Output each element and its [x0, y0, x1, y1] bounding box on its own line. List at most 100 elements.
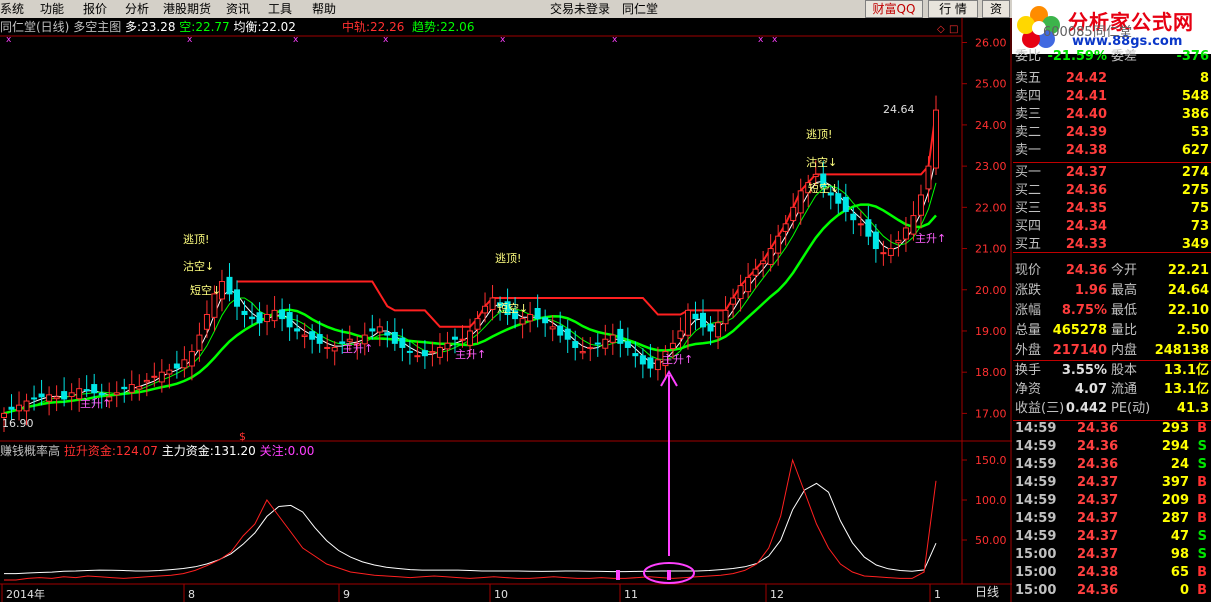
low-label: 16.90 [2, 417, 34, 430]
quote-button[interactable]: 行 情 [928, 0, 978, 18]
candle-body [587, 346, 594, 349]
candle-body [760, 260, 767, 265]
tick-row: 15:00 24.38 65 B [1013, 564, 1211, 582]
candle-body [647, 357, 654, 369]
menu-item-function[interactable]: 功能 [40, 2, 64, 16]
menu-stock-name: 同仁堂 [622, 2, 659, 16]
row-value-2: 24.64 [1167, 283, 1209, 298]
row-label: 卖二 [1015, 125, 1042, 140]
row-label-2: 最低 [1111, 303, 1138, 318]
tick-direction: B [1197, 511, 1207, 526]
resistance-line [237, 109, 937, 328]
escape-label-1: 逃顶! [183, 233, 209, 246]
candle-body [790, 206, 797, 221]
trade-status: 交易未登录 [550, 2, 611, 16]
candle-body [782, 223, 789, 232]
tick-volume: 65 [1170, 565, 1189, 580]
up-label-5: 主升↑ [915, 232, 946, 245]
tick-price: 24.37 [1077, 493, 1119, 508]
menu-item-quote[interactable]: 报价 [83, 2, 107, 16]
candle-body [324, 346, 331, 349]
menu-item-help[interactable]: 帮助 [312, 2, 336, 16]
candle-body [113, 392, 120, 396]
order-book: 600085 同仁堂 委比 -21.59% 委差 -376 卖五 24.42 8 卖四… [1013, 25, 1211, 602]
candle-body [572, 341, 579, 348]
ma-white-line [3, 156, 937, 414]
candle-body [23, 400, 30, 412]
candle-body [715, 322, 722, 338]
menu-item-news[interactable]: 资讯 [226, 2, 250, 16]
tick-price: 24.36 [1077, 439, 1119, 454]
row-value: 24.40 [1065, 107, 1107, 122]
escape-label-2: 逃顶! [495, 252, 521, 265]
wealth-qq-button[interactable]: 财富QQ [865, 0, 923, 18]
row-label: 换手 [1015, 363, 1042, 378]
info-button[interactable]: 资 [982, 0, 1010, 18]
candle-body [391, 331, 398, 344]
price-tick-label: 19.00 [975, 325, 1007, 338]
sub-tick-label: 150.0 [975, 454, 1007, 467]
row-label: 总量 [1015, 323, 1042, 338]
price-tick-label: 23.00 [975, 160, 1007, 173]
tick-row: 14:59 24.36 294 S [1013, 438, 1211, 456]
indicator-lines [3, 109, 937, 415]
row-value-2: 274 [1181, 165, 1209, 180]
menu-item-system[interactable]: 系统 [0, 2, 24, 16]
tick-row: 15:00 24.36 0 B [1013, 582, 1211, 600]
tick-volume: 294 [1161, 439, 1189, 454]
book-ratio-row: 委比 -21.59% 委差 -376 [1013, 48, 1211, 66]
candle-body [654, 359, 661, 371]
candle-body [53, 396, 60, 400]
tick-row: 14:59 24.37 397 B [1013, 474, 1211, 492]
candle-body [436, 346, 443, 358]
tick-time: 14:59 [1015, 439, 1057, 454]
row-value: 24.36 [1065, 263, 1107, 278]
menu-item-hk-futures[interactable]: 港股期货 [163, 2, 211, 16]
row-value-2: 627 [1181, 143, 1209, 158]
candle-body [564, 328, 571, 340]
candle-body [887, 248, 894, 256]
candle-body [850, 213, 857, 221]
candle-body [632, 353, 639, 357]
row-label: 卖四 [1015, 89, 1042, 104]
tick-price: 24.37 [1077, 511, 1119, 526]
candle-body [309, 331, 316, 340]
candle-body [933, 109, 939, 169]
tick-price: 24.36 [1077, 421, 1119, 436]
x-tick-label: 1 [934, 588, 941, 601]
gz-bar [667, 570, 671, 580]
wc-value: -376 [1176, 49, 1209, 64]
gz-bar [616, 570, 620, 580]
tick-time: 14:59 [1015, 511, 1057, 526]
candle-body [294, 328, 301, 332]
sub-axis: 150.0 100.0 50.00 [962, 454, 1007, 547]
ask-row: 卖四 24.41 548 [1013, 88, 1211, 106]
candle-body [83, 389, 90, 392]
tick-row: 15:00 24.37 98 S [1013, 546, 1211, 564]
up-label-1: 主升↑ [80, 397, 111, 410]
menu-item-analysis[interactable]: 分析 [125, 2, 149, 16]
tick-price: 24.36 [1077, 583, 1119, 598]
row-value: 4.07 [1074, 382, 1107, 397]
candle-body [669, 342, 676, 350]
tick-time: 15:00 [1015, 565, 1057, 580]
candle-body [46, 394, 53, 402]
row-value: 24.34 [1065, 219, 1107, 234]
candle-body [797, 190, 804, 214]
tick-price: 24.37 [1077, 529, 1119, 544]
tick-direction: B [1197, 565, 1207, 580]
row-label: 卖三 [1015, 107, 1042, 122]
row-value: 8.75% [1061, 303, 1107, 318]
candle-body [158, 371, 165, 383]
tick-direction: B [1197, 421, 1207, 436]
candle-body [264, 313, 271, 323]
candle-body [451, 336, 458, 340]
candle-body [399, 337, 406, 348]
menu-item-tools[interactable]: 工具 [268, 2, 292, 16]
candle-body [730, 297, 737, 305]
price-chart[interactable]: 26.00 25.00 24.00 23.00 22.00 21.00 20.00 19.00… [0, 18, 1012, 602]
row-value: 24.41 [1065, 89, 1107, 104]
candle-body [151, 375, 158, 378]
candle-body [279, 309, 286, 320]
candle-body [143, 379, 150, 383]
